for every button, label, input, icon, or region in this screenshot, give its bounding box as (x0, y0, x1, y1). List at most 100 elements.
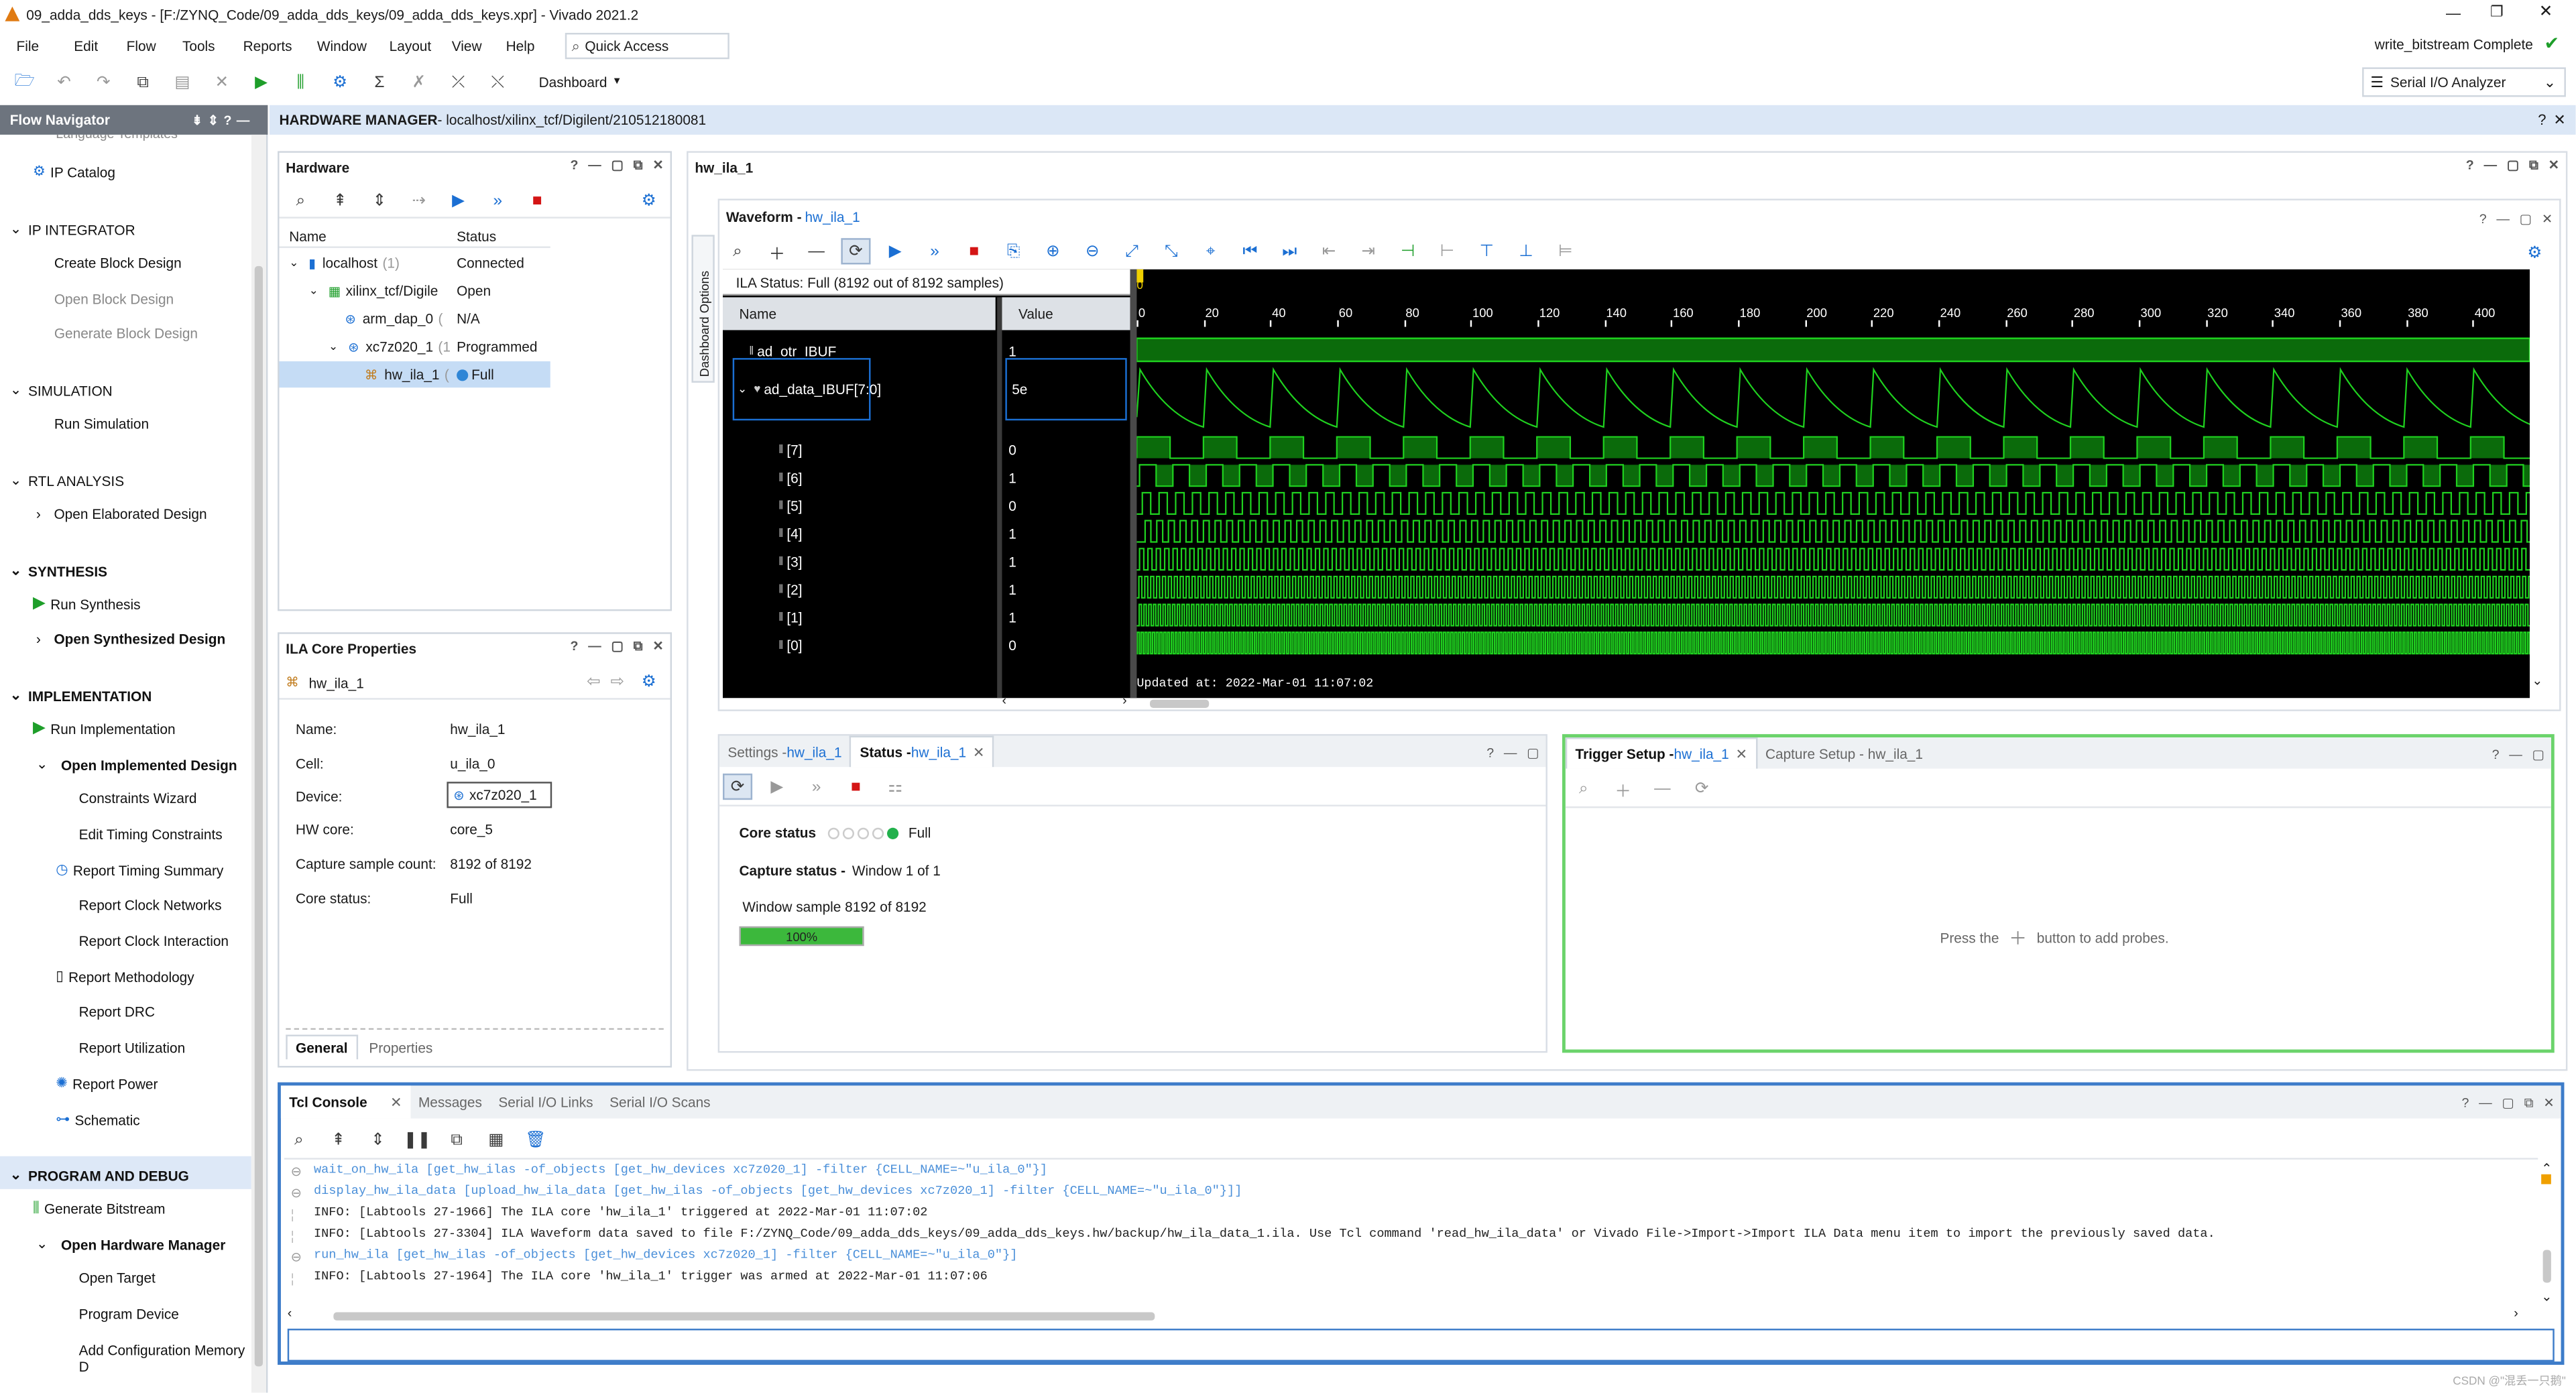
next-transition-icon[interactable]: ⇥ (1354, 238, 1383, 264)
signal-name-row[interactable]: ǁ [0] (778, 632, 802, 658)
settings-icon[interactable]: ⚙ (325, 69, 355, 95)
tab-settings[interactable]: Settings - hw_ila_1 (719, 737, 850, 766)
tab-tcl-console[interactable]: Tcl Console ✕ (280, 1085, 410, 1119)
waveform-link[interactable]: hw_ila_1 (805, 208, 860, 225)
console-scroll-thumb[interactable] (2542, 1250, 2551, 1283)
pause-icon[interactable]: ❚❚ (402, 1127, 432, 1153)
go-start-icon[interactable]: ⏮ (1235, 238, 1265, 264)
redo-icon[interactable]: ↷ (89, 69, 118, 95)
help-icon[interactable]: ? (2492, 747, 2500, 762)
close-icon[interactable]: ✕ (2549, 158, 2559, 174)
menu-help[interactable]: Help (506, 38, 556, 54)
zoom-cursor-icon[interactable]: ⤡ (1157, 238, 1186, 264)
layout-select[interactable]: ☰ Serial I/O Analyzer ⌄ (2362, 67, 2566, 97)
help-icon[interactable]: ? (570, 639, 578, 656)
panel-window-controls[interactable]: ? — ▢ ✕ (2479, 212, 2553, 227)
help-icon[interactable]: ? (1486, 745, 1494, 760)
nav-open-elaborated-design[interactable]: › Open Elaborated Design (36, 506, 207, 523)
help-icon[interactable]: ? (2538, 112, 2546, 129)
panel-window-controls[interactable]: ? — ▢ ⧉ ✕ (570, 158, 663, 174)
scroll-down-icon[interactable]: ⌄ (2541, 1289, 2552, 1304)
zoom-in-icon[interactable]: ⊕ (1038, 238, 1067, 264)
add-marker-icon[interactable]: ⊣ (1393, 238, 1423, 264)
nav-report-timing-summary[interactable]: ◷ Report Timing Summary (56, 861, 223, 879)
menu-flow[interactable]: Flow (127, 38, 182, 54)
tab-capture-setup[interactable]: Capture Setup - hw_ila_1 (1757, 738, 1932, 768)
close-icon[interactable]: ✕ (1736, 745, 1747, 763)
close-window-icon[interactable]: ✕ (2539, 3, 2553, 21)
name-value-divider[interactable] (997, 297, 1002, 699)
zoom-fit-icon[interactable]: ⤢ (1117, 238, 1147, 264)
nav-create-block-design[interactable]: Create Block Design (54, 255, 182, 271)
search-icon[interactable]: ⌕ (1569, 775, 1598, 801)
minimize-icon[interactable]: — (2479, 1095, 2492, 1112)
tab-properties[interactable]: Properties (361, 1035, 441, 1060)
nav-run-simulation[interactable]: Run Simulation (54, 416, 149, 432)
tab-serial-io-scans[interactable]: Serial I/O Scans (601, 1087, 719, 1117)
stop-icon[interactable]: ■ (841, 774, 870, 800)
nav-schematic[interactable]: ⊶ Schematic (56, 1110, 139, 1128)
open-project-icon[interactable]: 🗁 (10, 69, 40, 95)
auto-connect-icon[interactable]: ⇢ (404, 188, 434, 215)
add-icon[interactable]: ＋ (762, 238, 792, 264)
console-hscroll-thumb[interactable] (333, 1312, 1155, 1321)
signal-name-row[interactable]: ǁ [3] (778, 548, 802, 574)
float-icon[interactable]: ⧉ (2524, 1095, 2534, 1112)
scroll-down-icon[interactable]: ⌄ (2532, 674, 2542, 688)
nav-report-clock-interaction[interactable]: Report Clock Interaction (79, 933, 229, 950)
maximize-icon[interactable]: ▢ (1527, 745, 1539, 760)
restore-icon[interactable]: ❐ (2490, 3, 2504, 21)
float-icon[interactable]: ⧉ (634, 639, 643, 656)
tool-cross-icon[interactable]: ✗ (404, 69, 434, 95)
maximize-icon[interactable]: ▢ (2507, 158, 2520, 174)
expand-all-icon[interactable]: ⇕ (363, 1127, 392, 1153)
paste-icon[interactable]: ▤ (168, 69, 197, 95)
value-wave-divider[interactable] (1130, 269, 1137, 699)
scroll-right-icon[interactable]: › (2514, 1306, 2518, 1321)
stop-icon[interactable]: ■ (522, 188, 552, 215)
maximize-icon[interactable]: ▢ (2520, 212, 2532, 227)
tree-row-xilinx-tcf[interactable]: ⌄ ▦ xilinx_tcf/Digile Open (280, 278, 550, 304)
tab-serial-io-links[interactable]: Serial I/O Links (490, 1087, 601, 1117)
close-icon[interactable]: ✕ (2553, 111, 2565, 129)
panel-window-controls[interactable]: ? — ▢ ⧉ ✕ (2466, 158, 2559, 174)
section-ip-integrator[interactable]: ⌄ IP INTEGRATOR (10, 220, 135, 238)
hw-ila-tab-title[interactable]: hw_ila_1 (695, 160, 753, 176)
menu-window[interactable]: Window (317, 38, 390, 54)
section-rtl-analysis[interactable]: ⌄ RTL ANALYSIS (10, 471, 124, 489)
panel-window-controls[interactable]: ? — ▢ ⧉ ✕ (570, 639, 663, 656)
command-fold-icon[interactable]: ⊖ (291, 1250, 302, 1264)
nav-open-target[interactable]: Open Target (79, 1270, 156, 1286)
search-icon[interactable]: ⌕ (286, 188, 315, 215)
collapse-all-icon[interactable]: ⇞ (325, 188, 355, 215)
value-scrollbar[interactable]: ‹ › (999, 693, 1130, 711)
nav-open-block-design[interactable]: Open Block Design (54, 291, 174, 308)
nav-report-utilization[interactable]: Report Utilization (79, 1040, 186, 1056)
tree-row-hw-ila[interactable]: ⌘ hw_ila_1 ( Full (279, 361, 550, 388)
scroll-left-icon[interactable]: ‹ (288, 1306, 292, 1321)
nav-run-synthesis[interactable]: ▶ Run Synthesis (33, 595, 141, 613)
run-trigger-icon[interactable]: ▶ (762, 774, 792, 800)
prev-transition-icon[interactable]: ⇤ (1314, 238, 1344, 264)
nav-report-power[interactable]: ✺ Report Power (56, 1074, 158, 1092)
run-icon[interactable]: ▶ (247, 69, 276, 95)
nav-open-hardware-manager[interactable]: ⌄ Open Hardware Manager (36, 1235, 225, 1253)
close-icon[interactable]: ✕ (2543, 1095, 2554, 1112)
flow-nav-scrollbar[interactable] (251, 134, 266, 1393)
nav-generate-bitstream[interactable]: ⫼ Generate Bitstream (33, 1199, 166, 1217)
prev-marker-icon[interactable]: ⊢ (1432, 238, 1462, 264)
minimize-icon[interactable]: — (1504, 745, 1517, 760)
next-marker-icon[interactable]: ⊤ (1472, 238, 1501, 264)
trigger-condition-icon[interactable]: ⟳ (1687, 775, 1716, 801)
menu-tools[interactable]: Tools (182, 38, 243, 54)
tab-trigger-setup[interactable]: Trigger Setup - hw_ila_1 ✕ (1565, 737, 1757, 769)
maximize-icon[interactable]: ▢ (611, 639, 624, 656)
command-fold-icon[interactable]: ⊖ (291, 1164, 302, 1179)
menu-file[interactable]: File (17, 38, 74, 54)
help-icon[interactable]: ? (570, 158, 578, 174)
maximize-icon[interactable]: ▢ (2532, 747, 2545, 762)
maximize-icon[interactable]: ▢ (611, 158, 624, 174)
help-icon[interactable]: ? (2479, 212, 2487, 227)
expand-all-icon[interactable]: ⇕ (365, 188, 394, 215)
export-icon[interactable]: ⎘ (999, 238, 1029, 264)
